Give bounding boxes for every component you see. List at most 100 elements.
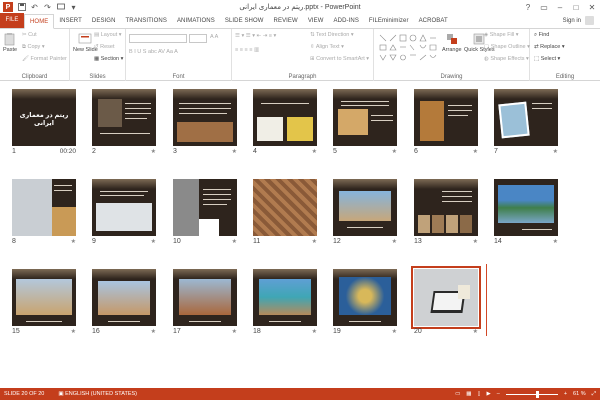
- fit-to-window-icon[interactable]: ⤢: [592, 391, 596, 398]
- tab-transitions[interactable]: TRANSITIONS: [121, 15, 172, 28]
- tab-acrobat[interactable]: ACROBAT: [414, 15, 453, 28]
- slide-thumbnail-7[interactable]: 7 ★: [494, 89, 558, 155]
- font-format-buttons[interactable]: B I U S abc AV Aa A: [129, 49, 178, 55]
- tab-add-ins[interactable]: ADD-INS: [329, 15, 364, 28]
- clipboard-label: Clipboard: [21, 74, 48, 80]
- tab-file[interactable]: FILE: [0, 13, 24, 28]
- slide-image: [199, 219, 219, 236]
- tab-review[interactable]: REVIEW: [269, 15, 303, 28]
- transition-star-icon: ★: [150, 329, 156, 335]
- start-slideshow-icon[interactable]: [56, 3, 65, 12]
- ribbon-display-icon[interactable]: ▭: [536, 0, 552, 14]
- normal-view-icon[interactable]: ▭: [455, 391, 460, 397]
- slide-thumbnail-13[interactable]: 13 ★: [414, 179, 478, 245]
- slide-preview: [92, 89, 156, 146]
- zoom-out-icon[interactable]: –: [497, 391, 500, 397]
- window-controls: ? ▭ – □ ✕: [520, 0, 600, 14]
- sign-in-link[interactable]: Sign in: [563, 18, 581, 24]
- zoom-in-icon[interactable]: +: [564, 391, 567, 397]
- font-size-dropdown[interactable]: [189, 34, 207, 43]
- slide-thumbnail-18[interactable]: 18 ★: [253, 269, 317, 335]
- tab-fileminimizer[interactable]: FILEminimizer: [364, 15, 414, 28]
- shape-effects-button[interactable]: ◍ Shape Effects ▾: [484, 56, 529, 62]
- slide-number: 14: [494, 238, 502, 245]
- slide-number: 13: [414, 238, 422, 245]
- slide-thumbnail-16[interactable]: 16 ★: [92, 269, 156, 335]
- format-painter-button[interactable]: 🖌 Format Painter: [22, 56, 67, 62]
- convert-smartart-button[interactable]: ⊞ Convert to SmartArt ▾: [310, 56, 369, 62]
- tab-insert[interactable]: INSERT: [54, 15, 87, 28]
- slide-image: [16, 279, 72, 315]
- slide-thumbnail-3[interactable]: 3 ★: [173, 89, 237, 155]
- tab-slide-show[interactable]: SLIDE SHOW: [220, 15, 269, 28]
- font-grow-shrink-icons[interactable]: A A: [210, 34, 218, 40]
- tab-view[interactable]: VIEW: [303, 15, 329, 28]
- slide-image: [498, 185, 554, 223]
- arrange-button[interactable]: Arrange: [442, 32, 462, 53]
- select-button[interactable]: ⬚ Select ▾: [534, 56, 560, 62]
- reading-view-icon[interactable]: ▯: [478, 391, 481, 397]
- slide-preview: [173, 89, 237, 146]
- slide-thumbnail-11[interactable]: 11 ★: [253, 179, 317, 245]
- shape-fill-button[interactable]: ◈ Shape Fill ▾: [484, 32, 519, 38]
- slide-preview: [494, 89, 558, 146]
- slides-label: Slides: [89, 74, 106, 80]
- slide-thumbnail-19[interactable]: 19 ★: [333, 269, 397, 335]
- slide-thumbnail-2[interactable]: 2 ★: [92, 89, 156, 155]
- language-status[interactable]: ▣ ENGLISH (UNITED STATES): [58, 391, 137, 397]
- align-buttons[interactable]: ≡ ≡ ≡ ≡ ▥: [235, 47, 259, 53]
- transition-star-icon: ★: [231, 329, 237, 335]
- undo-icon[interactable]: ↶: [30, 3, 39, 12]
- minimize-icon[interactable]: –: [552, 0, 568, 14]
- slide-thumbnail-14[interactable]: 14 ★: [494, 179, 558, 245]
- save-icon[interactable]: [17, 3, 26, 12]
- zoom-slider-knob[interactable]: [535, 390, 539, 398]
- copy-button[interactable]: ⧉ Copy ▾: [22, 44, 45, 51]
- zoom-level[interactable]: 61 %: [573, 391, 586, 397]
- slide-number: 4: [253, 148, 257, 155]
- replace-button[interactable]: ⇄ Replace ▾: [534, 44, 565, 50]
- slideshow-view-icon[interactable]: ▶: [487, 391, 491, 397]
- shape-outline-button[interactable]: ▢ Shape Outline ▾: [484, 44, 530, 50]
- slide-thumbnail-15[interactable]: 15 ★: [12, 269, 76, 335]
- tab-animations[interactable]: ANIMATIONS: [172, 15, 220, 28]
- slide-thumbnail-10[interactable]: 10 ★: [173, 179, 237, 245]
- slide-number: 2: [92, 148, 96, 155]
- slide-thumbnail-20[interactable]: 20 ★: [411, 266, 481, 335]
- slide-number: 8: [12, 238, 16, 245]
- slide-thumbnail-17[interactable]: 17 ★: [173, 269, 237, 335]
- tab-design[interactable]: DESIGN: [87, 15, 121, 28]
- shapes-gallery-icon[interactable]: [378, 33, 440, 63]
- slide-image: [339, 191, 391, 221]
- slide-thumbnail-5[interactable]: 5 ★: [333, 89, 397, 155]
- slide-thumbnail-6[interactable]: 6 ★: [414, 89, 478, 155]
- transition-star-icon: ★: [231, 149, 237, 155]
- close-icon[interactable]: ✕: [584, 0, 600, 14]
- slide-thumbnail-8[interactable]: 8 ★: [12, 179, 76, 245]
- slide-image: [432, 215, 444, 233]
- slide-sorter-view-icon[interactable]: ▦: [466, 391, 471, 397]
- maximize-icon[interactable]: □: [568, 0, 584, 14]
- slide-preview: [411, 266, 481, 329]
- slide-thumbnail-12[interactable]: 12 ★: [333, 179, 397, 245]
- section-button[interactable]: ▦ Section ▾: [94, 56, 123, 62]
- avatar[interactable]: [585, 16, 594, 25]
- slide-thumbnail-9[interactable]: 9 ★: [92, 179, 156, 245]
- customize-qat-icon[interactable]: ▾: [69, 3, 78, 12]
- text-direction-button[interactable]: ⇅ Text Direction ▾: [310, 32, 354, 38]
- redo-icon[interactable]: ↷: [43, 3, 52, 12]
- layout-button[interactable]: ▤ Layout ▾: [94, 32, 122, 38]
- list-buttons[interactable]: ☰ ▾ ☰ ▾ ⇤ ⇥ ≡ ▾: [235, 33, 276, 39]
- zoom-slider[interactable]: [505, 390, 558, 398]
- align-text-button[interactable]: ⇳ Align Text ▾: [310, 44, 344, 50]
- find-button[interactable]: ⌕ Find: [534, 32, 549, 39]
- paste-button[interactable]: Paste: [3, 32, 17, 53]
- slide-thumbnail-1[interactable]: ریتم در معماری ایرانی 1 00:20: [12, 89, 76, 155]
- reset-button[interactable]: ↺ Reset: [94, 44, 115, 50]
- slide-thumbnail-4[interactable]: 4 ★: [253, 89, 317, 155]
- cut-button[interactable]: ✂ Cut: [22, 32, 37, 38]
- slide-image: [257, 117, 283, 141]
- help-icon[interactable]: ?: [520, 0, 536, 14]
- font-name-dropdown[interactable]: [129, 34, 187, 43]
- tab-home[interactable]: HOME: [24, 14, 55, 29]
